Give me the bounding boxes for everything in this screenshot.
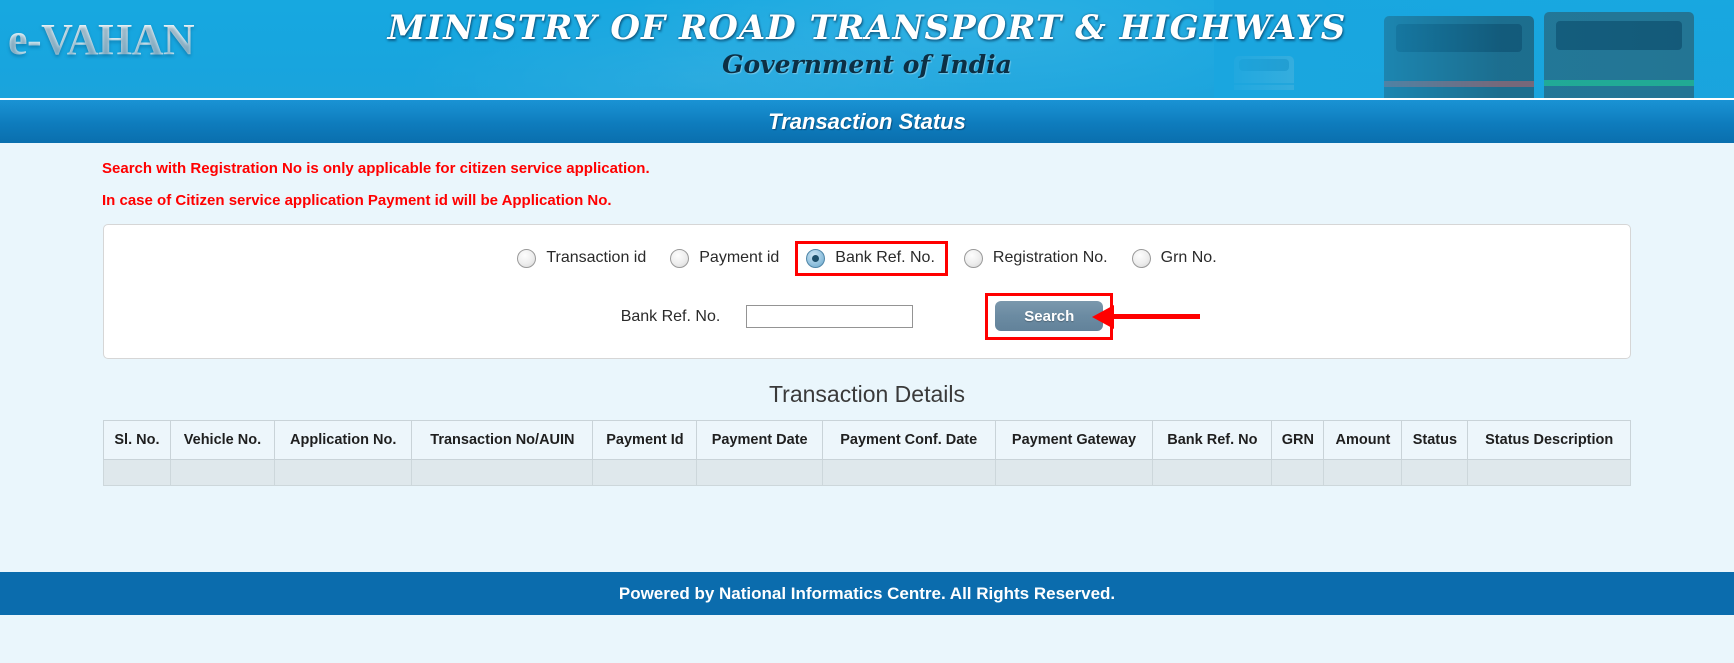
search-button[interactable]: Search: [995, 301, 1104, 331]
ministry-title: MINISTRY OF ROAD TRANSPORT & HIGHWAYS: [387, 8, 1347, 48]
column-payment-gateway: Payment Gateway: [994, 420, 1154, 460]
table-header-row: Sl. No. Vehicle No. Application No. Tran…: [103, 420, 1631, 460]
cell-status: [1401, 459, 1469, 486]
cell-payment-id: [592, 459, 698, 486]
search-button-highlight: Search: [985, 293, 1201, 340]
government-subtitle: Government of India: [722, 50, 1012, 79]
cell-payment-date: [696, 459, 823, 486]
below-footer-spacer: [0, 615, 1734, 663]
cell-vehicle-no: [169, 459, 275, 486]
site-banner: e-VAHAN MINISTRY OF ROAD TRANSPORT & HIG…: [0, 0, 1734, 98]
column-payment-id: Payment Id: [592, 420, 698, 460]
transaction-details-table-wrap: Sl. No. Vehicle No. Application No. Tran…: [103, 420, 1631, 486]
footer-text: Powered by National Informatics Centre. …: [618, 583, 1116, 603]
cell-amount: [1323, 459, 1403, 486]
column-payment-conf-date: Payment Conf. Date: [821, 420, 996, 460]
search-field-label: Bank Ref. No.: [620, 307, 721, 325]
search-type-radio-group: Transaction id Payment id Bank Ref. No. …: [104, 239, 1630, 277]
radio-label-payment-id: Payment id: [699, 249, 780, 266]
cell-status-description: [1467, 459, 1631, 486]
cell-payment-gateway: [994, 459, 1154, 486]
cell-payment-conf-date: [821, 459, 996, 486]
column-grn: GRN: [1271, 420, 1325, 460]
column-status: Status: [1401, 420, 1469, 460]
column-payment-date: Payment Date: [696, 420, 823, 460]
cell-sl-no: [103, 459, 171, 486]
notice-list: Search with Registration No is only appl…: [0, 143, 1734, 209]
column-bank-ref-no: Bank Ref. No: [1152, 420, 1273, 460]
main-content: Search with Registration No is only appl…: [0, 143, 1734, 486]
radio-label-registration-no: Registration No.: [992, 249, 1108, 266]
column-status-description: Status Description: [1467, 420, 1631, 460]
radio-label-bank-ref-no: Bank Ref. No.: [835, 249, 935, 266]
table-row: [103, 459, 1631, 486]
notice-payment-id: In case of Citizen service application P…: [102, 191, 612, 209]
banner-title-group: MINISTRY OF ROAD TRANSPORT & HIGHWAYS Go…: [0, 8, 1734, 79]
radio-option-bank-ref-no[interactable]: Bank Ref. No.: [795, 240, 948, 276]
search-input-row: Bank Ref. No. Search: [104, 293, 1630, 340]
page-title: Transaction Status: [768, 108, 966, 134]
column-application-no: Application No.: [273, 420, 413, 460]
radio-option-grn-no[interactable]: Grn No.: [1120, 245, 1229, 272]
page-title-bar: Transaction Status: [0, 98, 1734, 143]
radio-icon-payment-id[interactable]: [670, 248, 690, 268]
red-arrow-annotation-icon: [1092, 304, 1201, 329]
column-sl-no: Sl. No.: [103, 420, 171, 460]
notice-registration-no: Search with Registration No is only appl…: [102, 160, 650, 177]
transaction-details-table: Sl. No. Vehicle No. Application No. Tran…: [103, 420, 1631, 486]
radio-icon-transaction-id[interactable]: [517, 248, 537, 268]
page-footer: Powered by National Informatics Centre. …: [0, 572, 1734, 615]
bank-ref-no-input[interactable]: [746, 305, 914, 328]
cell-bank-ref-no: [1152, 459, 1273, 486]
table-body: [103, 459, 1631, 486]
search-form-panel: Transaction id Payment id Bank Ref. No. …: [103, 224, 1631, 359]
radio-label-transaction-id: Transaction id: [546, 249, 647, 266]
radio-icon-registration-no[interactable]: [963, 248, 983, 268]
radio-icon-bank-ref-no[interactable]: [806, 248, 826, 268]
cell-application-no: [273, 459, 413, 486]
column-vehicle-no: Vehicle No.: [169, 420, 275, 460]
column-amount: Amount: [1323, 420, 1403, 460]
radio-option-payment-id[interactable]: Payment id: [658, 245, 791, 272]
radio-option-registration-no[interactable]: Registration No.: [952, 245, 1120, 272]
radio-label-grn-no: Grn No.: [1160, 249, 1217, 266]
column-transaction-no-auin: Transaction No/AUIN: [411, 420, 594, 460]
cell-transaction-no-auin: [411, 459, 594, 486]
radio-option-transaction-id[interactable]: Transaction id: [505, 245, 658, 272]
transaction-details-heading: Transaction Details: [768, 381, 965, 407]
radio-icon-grn-no[interactable]: [1131, 248, 1151, 268]
table-head: Sl. No. Vehicle No. Application No. Tran…: [103, 420, 1631, 460]
cell-grn: [1271, 459, 1325, 486]
